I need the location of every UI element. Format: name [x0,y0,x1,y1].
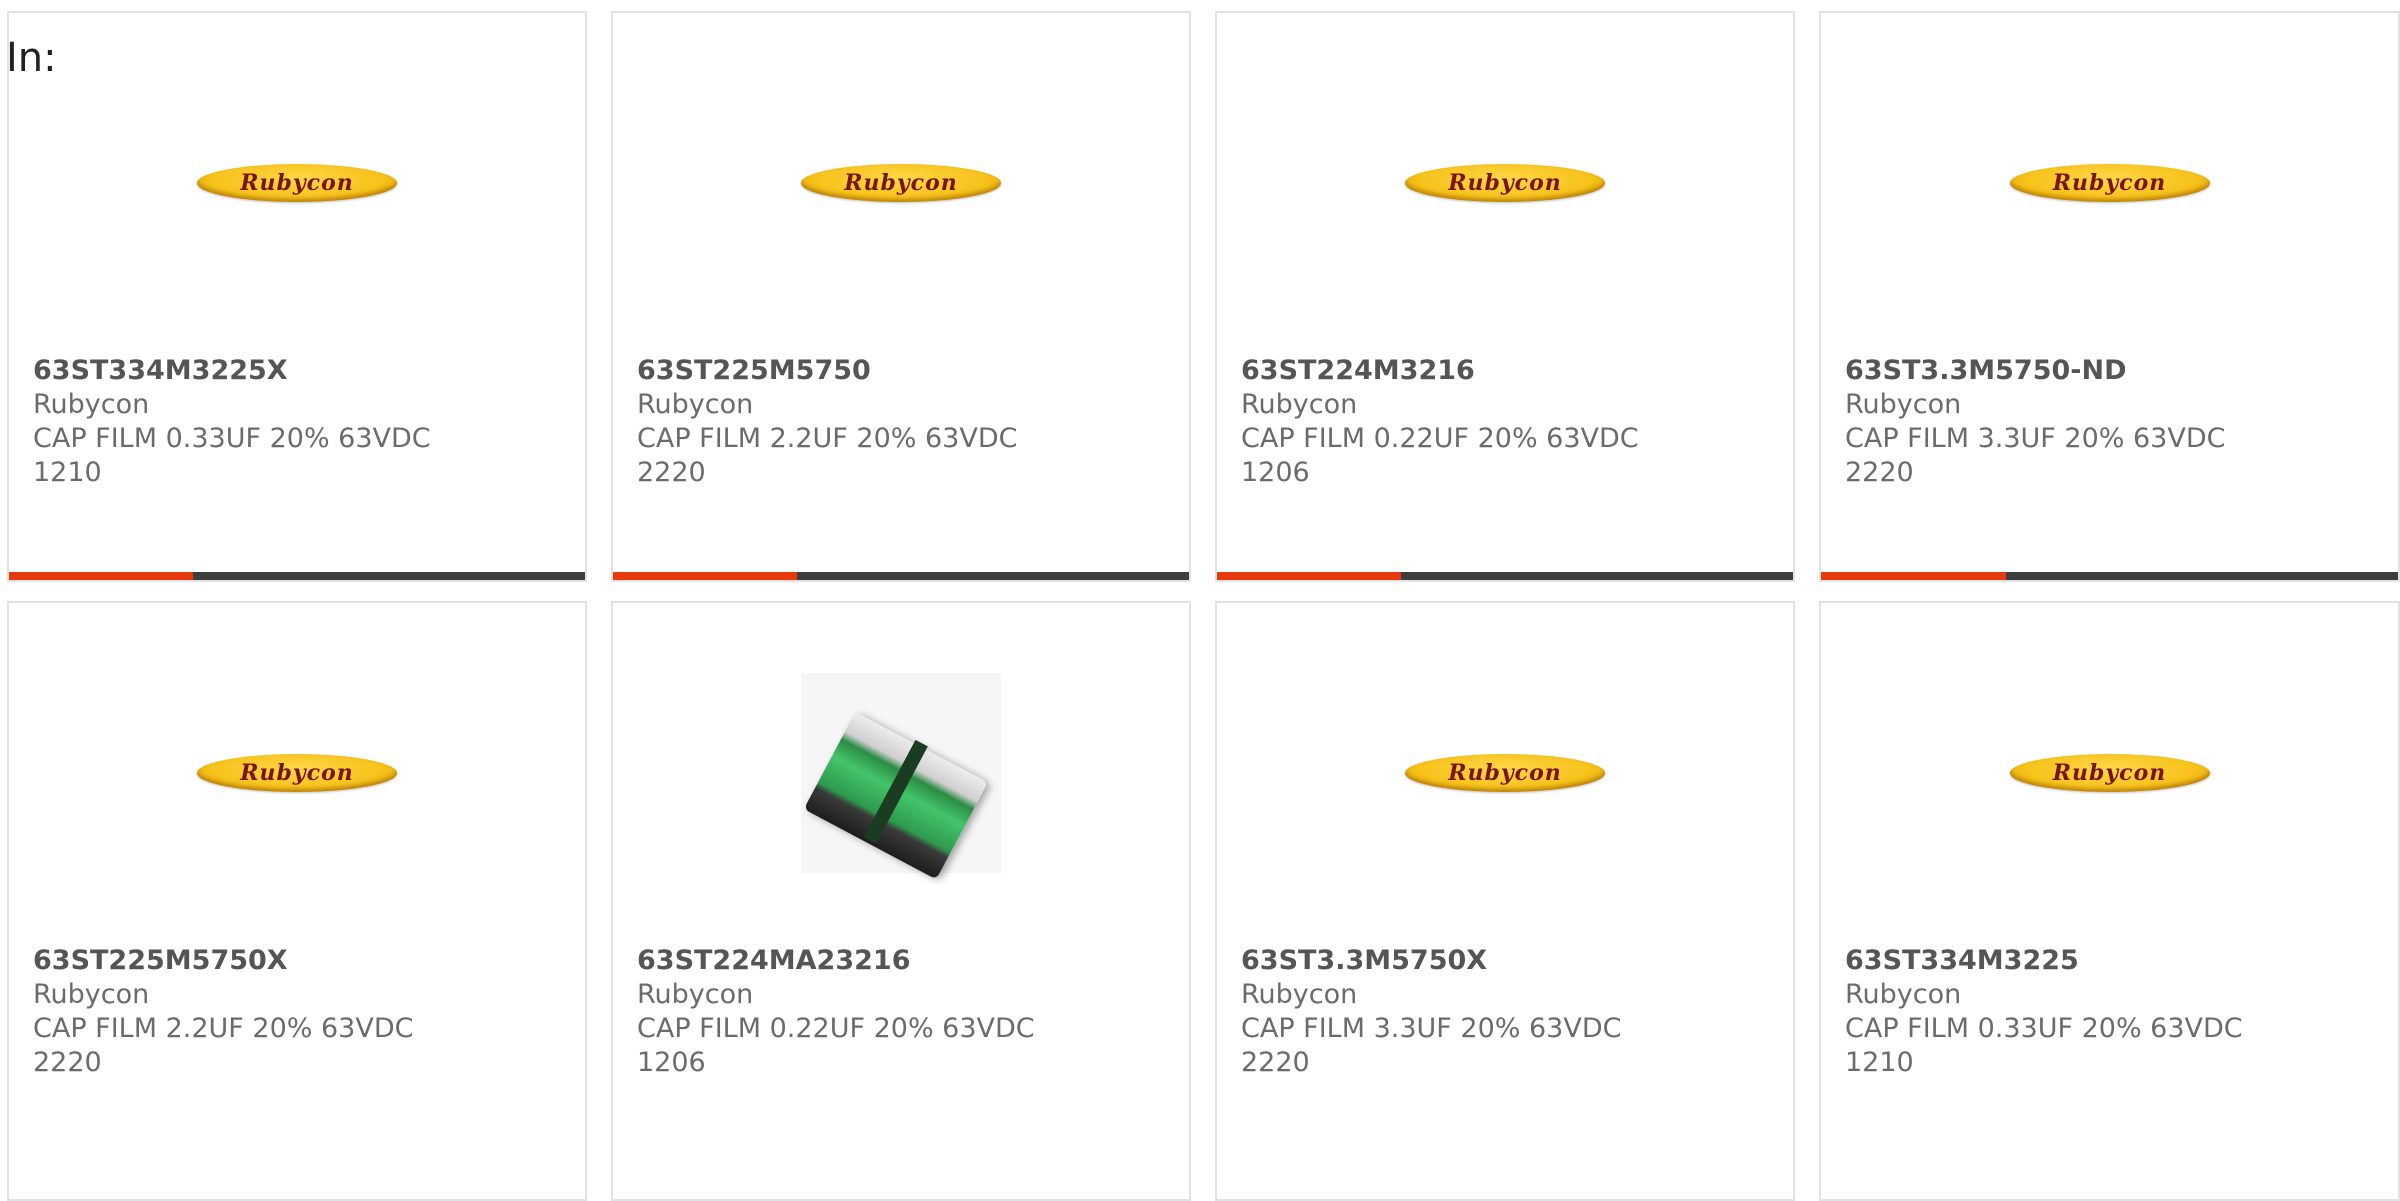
description: CAP FILM 0.22UF 20% 63VDC [637,1013,1035,1044]
product-image[interactable]: Rubycon [195,671,399,875]
part-number[interactable]: 63ST3.3M5750X [1241,944,1773,978]
rubycon-logo: Rubycon [197,164,397,202]
package: 2220 [1845,457,1914,488]
product-image[interactable]: Rubycon [195,81,399,285]
progress-fill [613,572,798,580]
progress-fill [1217,572,1402,580]
manufacturer: Rubycon [1241,979,1358,1010]
product-card[interactable]: Rubycon 63ST3.3M5750-ND Rubycon CAP FILM… [1819,11,2400,582]
package: 2220 [33,1047,102,1078]
product-card[interactable]: 63ST224MA23216 Rubycon CAP FILM 0.22UF 2… [611,601,1191,1201]
rubycon-logo: Rubycon [1405,754,1605,792]
product-image[interactable]: Rubycon [1403,671,1607,875]
product-image[interactable]: Rubycon [799,81,1003,285]
manufacturer: Rubycon [1845,979,1962,1010]
product-card[interactable]: Rubycon 63ST3.3M5750X Rubycon CAP FILM 3… [1215,601,1795,1201]
product-card[interactable]: Rubycon 63ST334M3225 Rubycon CAP FILM 0.… [1819,601,2400,1201]
product-info: 63ST225M5750 Rubycon CAP FILM 2.2UF 20% … [637,354,1169,490]
product-info: 63ST224MA23216 Rubycon CAP FILM 0.22UF 2… [637,944,1169,1080]
description: CAP FILM 0.33UF 20% 63VDC [1845,1013,2243,1044]
product-card[interactable]: Rubycon 63ST225M5750X Rubycon CAP FILM 2… [7,601,587,1201]
rubycon-logo: Rubycon [2009,754,2210,792]
product-card[interactable]: Rubycon 63ST334M3225X Rubycon CAP FILM 0… [7,11,587,582]
product-image[interactable]: Rubycon [2008,81,2212,285]
part-number[interactable]: 63ST224M3216 [1241,354,1773,388]
rubycon-logo: Rubycon [2009,164,2210,202]
rubycon-logo: Rubycon [801,164,1001,202]
manufacturer: Rubycon [1845,389,1962,420]
part-number[interactable]: 63ST224MA23216 [637,944,1169,978]
package: 2220 [1241,1047,1310,1078]
rubycon-logo: Rubycon [1405,164,1605,202]
manufacturer: Rubycon [637,979,754,1010]
description: CAP FILM 2.2UF 20% 63VDC [637,423,1018,454]
progress-bar [1217,572,1793,580]
product-image[interactable]: Rubycon [1403,81,1607,285]
part-number[interactable]: 63ST334M3225 [1845,944,2378,978]
package: 1210 [33,457,102,488]
page-heading: In: [6,35,57,81]
rubycon-logo: Rubycon [197,754,397,792]
product-card[interactable]: Rubycon 63ST224M3216 Rubycon CAP FILM 0.… [1215,11,1795,582]
progress-fill [9,572,194,580]
description: CAP FILM 0.33UF 20% 63VDC [33,423,431,454]
manufacturer: Rubycon [33,979,150,1010]
manufacturer: Rubycon [637,389,754,420]
part-number[interactable]: 63ST225M5750 [637,354,1169,388]
description: CAP FILM 3.3UF 20% 63VDC [1845,423,2226,454]
progress-fill [1821,572,2006,580]
package: 1210 [1845,1047,1914,1078]
product-info: 63ST3.3M5750-ND Rubycon CAP FILM 3.3UF 2… [1845,354,2378,490]
description: CAP FILM 3.3UF 20% 63VDC [1241,1013,1622,1044]
part-number[interactable]: 63ST225M5750X [33,944,565,978]
package: 1206 [1241,457,1310,488]
package: 1206 [637,1047,706,1078]
description: CAP FILM 2.2UF 20% 63VDC [33,1013,414,1044]
product-info: 63ST224M3216 Rubycon CAP FILM 0.22UF 20%… [1241,354,1773,490]
part-number[interactable]: 63ST334M3225X [33,354,565,388]
manufacturer: Rubycon [1241,389,1358,420]
product-info: 63ST3.3M5750X Rubycon CAP FILM 3.3UF 20%… [1241,944,1773,1080]
product-image[interactable] [799,671,1003,880]
package: 2220 [637,457,706,488]
part-number[interactable]: 63ST3.3M5750-ND [1845,354,2378,388]
product-grid: Rubycon 63ST334M3225X Rubycon CAP FILM 0… [0,0,2400,1201]
description: CAP FILM 0.22UF 20% 63VDC [1241,423,1639,454]
progress-bar [9,572,585,580]
product-info: 63ST334M3225 Rubycon CAP FILM 0.33UF 20%… [1845,944,2378,1080]
progress-bar [1821,572,2398,580]
progress-bar [613,572,1189,580]
smd-capacitor-photo [801,673,1001,880]
product-info: 63ST334M3225X Rubycon CAP FILM 0.33UF 20… [33,354,565,490]
product-info: 63ST225M5750X Rubycon CAP FILM 2.2UF 20%… [33,944,565,1080]
product-card[interactable]: Rubycon 63ST225M5750 Rubycon CAP FILM 2.… [611,11,1191,582]
product-image[interactable]: Rubycon [2008,671,2212,875]
manufacturer: Rubycon [33,389,150,420]
